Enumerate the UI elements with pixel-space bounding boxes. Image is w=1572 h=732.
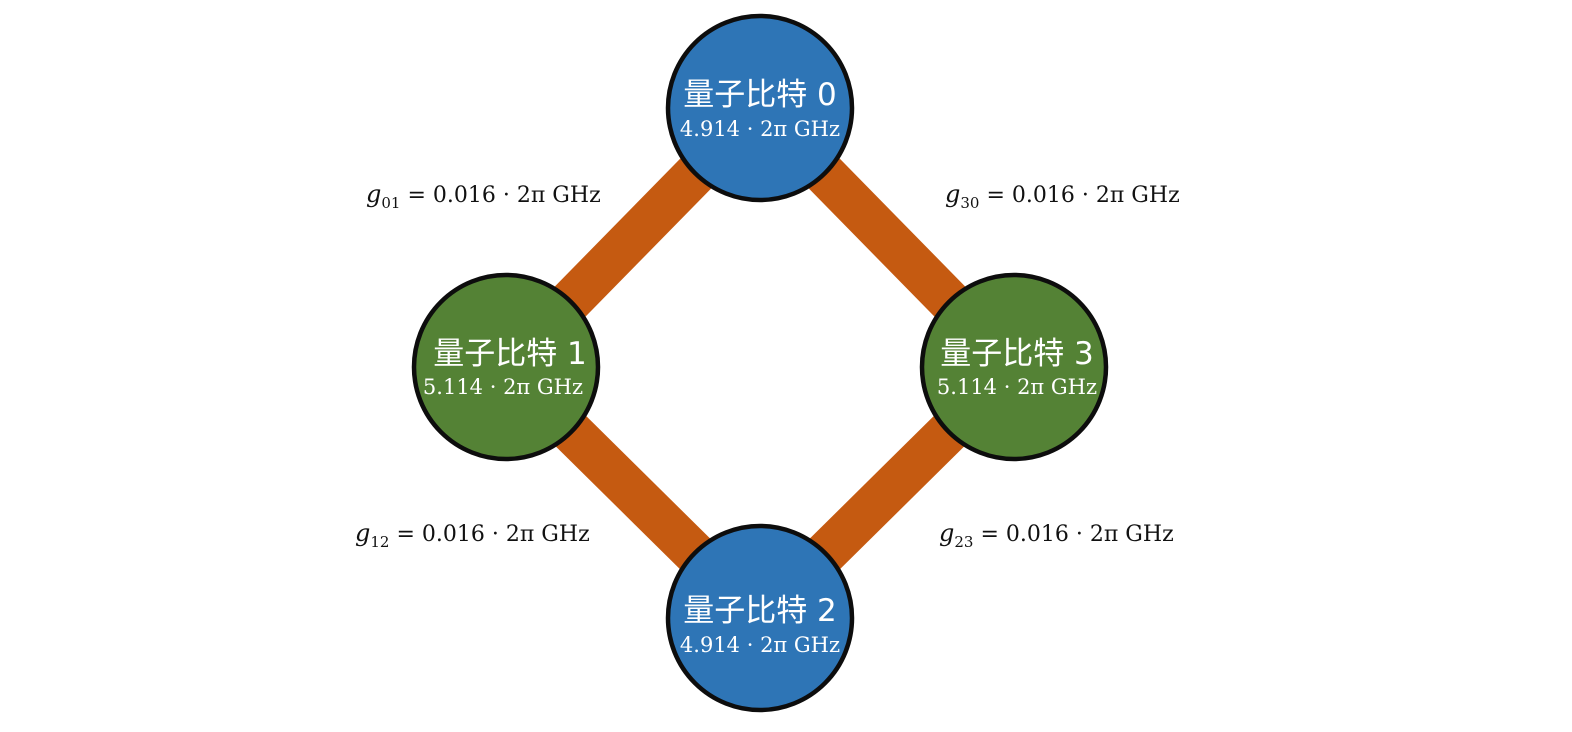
qubit-ring-diagram: 量子比特 0 4.914 · 2π GHz 量子比特 1 5.114 · 2π … (355, 13, 1180, 713)
coupling-label-12: g12 = 0.016 · 2π GHz (355, 519, 590, 551)
coupling-symbol-01: g (366, 180, 381, 208)
qubit-name-3: 量子比特 3 (940, 336, 1094, 372)
qubit-frequency-0: 4.914 · 2π GHz (680, 117, 840, 141)
qubit-frequency-1: 5.114 · 2π GHz (423, 375, 583, 399)
qubit-name-1: 量子比特 1 (433, 336, 587, 372)
coupling-symbol-12: g (355, 519, 370, 547)
coupling-value-23: = 0.016 · 2π GHz (980, 522, 1173, 547)
coupling-subscript-23: 23 (954, 533, 973, 551)
qubit-node-1: 量子比特 1 5.114 · 2π GHz (411, 272, 601, 462)
coupling-label-30: g30 = 0.016 · 2π GHz (945, 180, 1180, 212)
coupling-value-30: = 0.016 · 2π GHz (986, 183, 1179, 208)
coupling-subscript-01: 01 (381, 194, 400, 212)
coupling-symbol-30: g (945, 180, 960, 208)
qubit-node-0: 量子比特 0 4.914 · 2π GHz (665, 13, 855, 203)
qubit-name-2: 量子比特 2 (683, 593, 837, 629)
coupling-subscript-12: 12 (370, 533, 389, 551)
coupling-value-01: = 0.016 · 2π GHz (407, 183, 600, 208)
coupling-symbol-23: g (939, 519, 954, 547)
qubit-node-2: 量子比特 2 4.914 · 2π GHz (665, 523, 855, 713)
coupling-subscript-30: 30 (960, 194, 979, 212)
qubit-node-3: 量子比特 3 5.114 · 2π GHz (919, 272, 1109, 462)
qubit-name-0: 量子比特 0 (683, 77, 837, 113)
coupling-label-01: g01 = 0.016 · 2π GHz (366, 180, 601, 212)
qubit-frequency-2: 4.914 · 2π GHz (680, 633, 840, 657)
qubit-frequency-3: 5.114 · 2π GHz (937, 375, 1097, 399)
coupling-value-12: = 0.016 · 2π GHz (396, 522, 589, 547)
coupling-label-23: g23 = 0.016 · 2π GHz (939, 519, 1174, 551)
